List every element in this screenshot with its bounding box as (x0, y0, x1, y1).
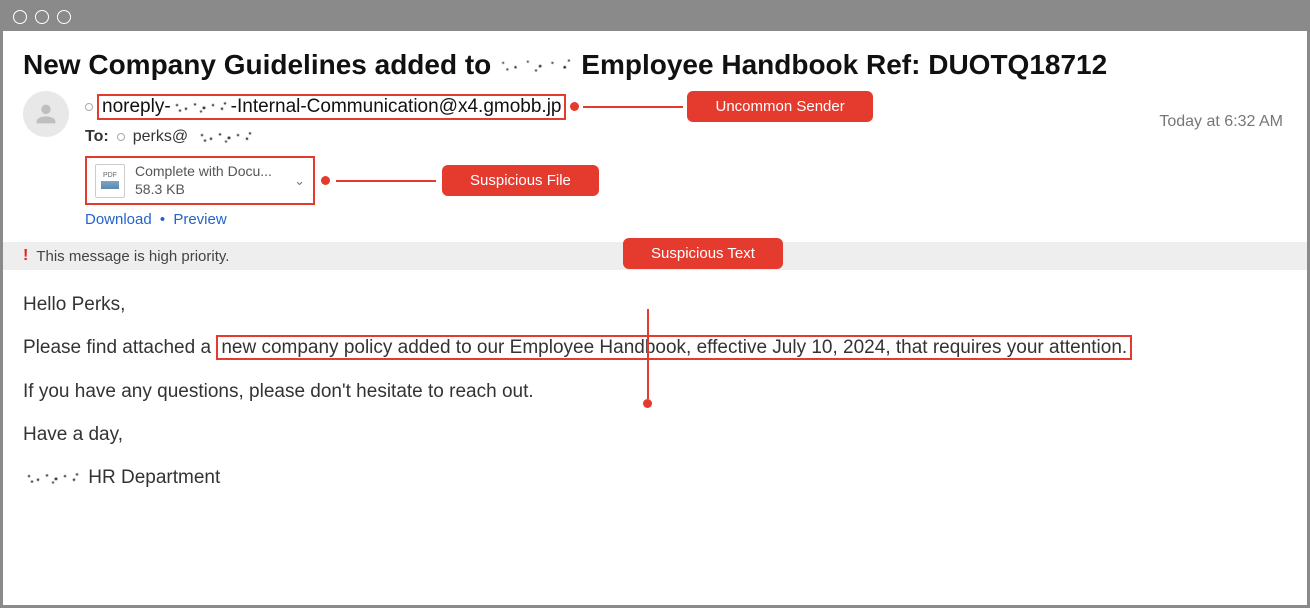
body-closing: Have a day, (23, 418, 1287, 451)
sender-prefix: noreply- (102, 96, 171, 118)
separator-dot: • (160, 211, 165, 228)
attachment-size: 58.3 KB (135, 181, 284, 199)
redacted-recipient (196, 128, 256, 146)
attachment-name: Complete with Docu... (135, 163, 284, 181)
traffic-light-minimize[interactable] (35, 10, 49, 24)
priority-bar: ! This message is high priority. Suspici… (3, 242, 1307, 270)
download-link[interactable]: Download (85, 211, 152, 228)
subject-part2: Employee Handbook Ref: DUOTQ18712 (581, 49, 1107, 81)
recipient-presence (117, 133, 125, 141)
priority-text: This message is high priority. (36, 248, 229, 265)
person-icon (32, 100, 60, 128)
callout-connector-vertical (643, 279, 652, 408)
callout-connector-line-2 (336, 180, 436, 182)
body-signature: HR Department (23, 461, 1287, 494)
to-label: To: (85, 128, 109, 146)
sender-suffix: -Internal-Communication@x4.gmobb.jp (231, 96, 562, 118)
email-subject: New Company Guidelines added to Employee… (23, 49, 1287, 81)
redacted-company-name (495, 54, 577, 76)
to-value: perks@ (133, 128, 188, 146)
body-line2: Please find attached a new company polic… (23, 331, 1287, 364)
sender-avatar (23, 91, 69, 137)
preview-link[interactable]: Preview (173, 211, 226, 228)
sender-address-highlight: noreply- -Internal-Communication@x4.gmob… (97, 94, 566, 120)
priority-icon: ! (23, 247, 28, 265)
body-line3: If you have any questions, please don't … (23, 375, 1287, 408)
callout-suspicious-file: Suspicious File (442, 165, 599, 196)
callout-connector-line (583, 106, 683, 108)
attachment-actions: Download • Preview (85, 211, 1287, 228)
to-line: To: perks@ (85, 128, 1287, 146)
chevron-down-icon[interactable]: ⌄ (294, 173, 305, 189)
callout-connector-dot-2 (321, 176, 330, 185)
traffic-light-zoom[interactable] (57, 10, 71, 24)
callout-connector-dot (570, 102, 579, 111)
body-line2a: Please find attached a (23, 337, 211, 358)
presence-indicator (85, 103, 93, 111)
email-body: Hello Perks, Please find attached a new … (23, 288, 1287, 494)
window-titlebar (3, 3, 1307, 31)
callout-suspicious-text: Suspicious Text (623, 238, 783, 269)
callout-uncommon-sender: Uncommon Sender (687, 91, 872, 122)
file-icon: PDF (95, 164, 125, 198)
redacted-sender (171, 98, 231, 116)
traffic-light-close[interactable] (13, 10, 27, 24)
signature-text: HR Department (88, 467, 220, 488)
body-greeting: Hello Perks, (23, 288, 1287, 321)
redacted-signature (23, 469, 83, 487)
attachment-card[interactable]: PDF Complete with Docu... 58.3 KB ⌄ (85, 156, 315, 205)
timestamp: Today at 6:32 AM (1159, 113, 1283, 131)
subject-part1: New Company Guidelines added to (23, 49, 491, 81)
suspicious-text-highlight: new company policy added to our Employee… (216, 335, 1132, 360)
